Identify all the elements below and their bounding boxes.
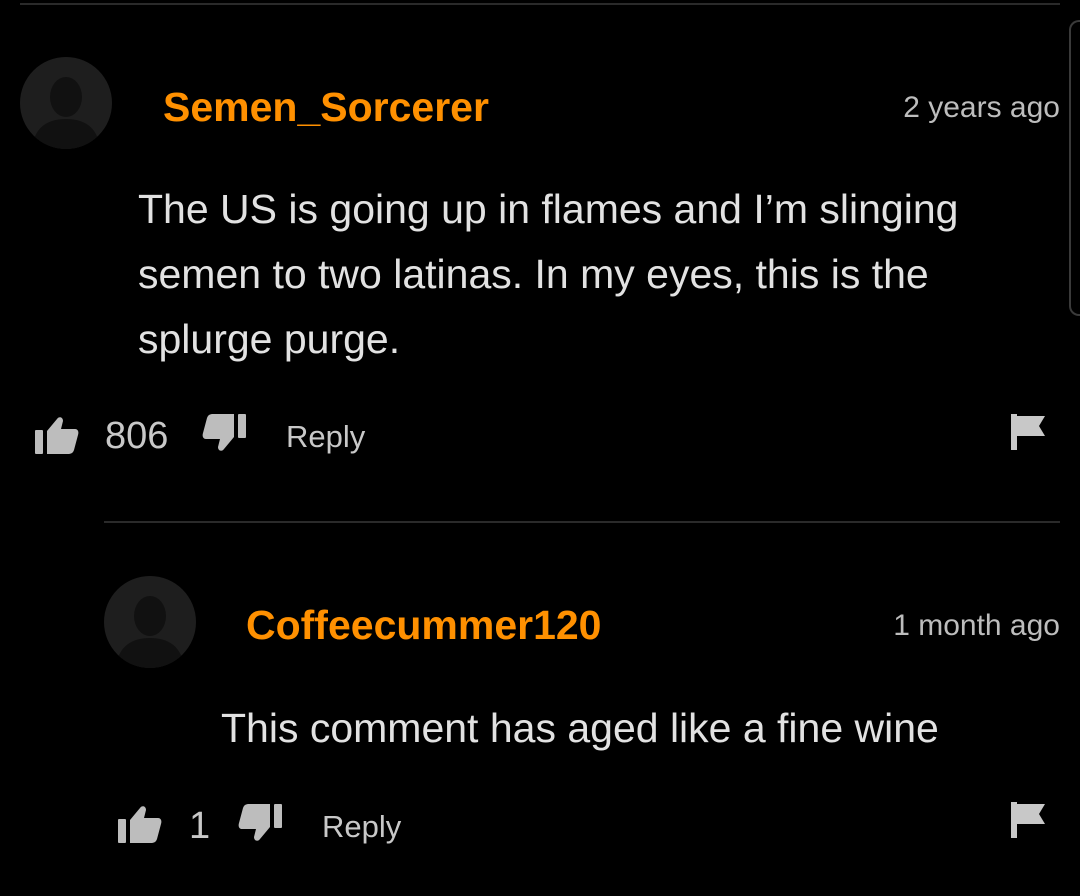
like-count: 1 — [189, 805, 211, 847]
comment-text-line: The US is going up in flames and I’m sli… — [138, 186, 959, 232]
comment-text: The US is going up in flames and I’m sli… — [138, 177, 958, 372]
flag-icon[interactable] — [1011, 802, 1045, 838]
comment-text-line: semen to two latinas. In my eyes, this i… — [138, 251, 929, 297]
scrollbar-handle[interactable] — [1069, 20, 1080, 316]
thumbs-up-icon[interactable] — [118, 805, 162, 843]
reply-button[interactable]: Reply — [286, 418, 365, 456]
comment-timestamp: 1 month ago — [893, 609, 1060, 642]
flag-icon[interactable] — [1011, 414, 1045, 450]
user-silhouette-icon — [116, 596, 184, 668]
avatar[interactable] — [20, 57, 112, 149]
thumbs-down-icon[interactable] — [202, 414, 246, 452]
comment-text-line: splurge purge. — [138, 316, 401, 362]
avatar[interactable] — [104, 576, 196, 668]
user-silhouette-icon — [32, 77, 100, 149]
thumbs-down-icon[interactable] — [238, 804, 282, 842]
comment-username[interactable]: Semen_Sorcerer — [163, 83, 489, 131]
comment-timestamp: 2 years ago — [903, 91, 1060, 124]
reply-button[interactable]: Reply — [322, 808, 401, 846]
comment-divider — [104, 521, 1060, 523]
top-divider — [20, 3, 1060, 5]
comment-text: This comment has aged like a fine wine — [221, 696, 939, 761]
comment-username[interactable]: Coffeecummer120 — [246, 601, 602, 649]
like-count: 806 — [105, 415, 169, 457]
thumbs-up-icon[interactable] — [35, 416, 79, 454]
comment-text-line: This comment has aged like a fine wine — [221, 705, 939, 751]
